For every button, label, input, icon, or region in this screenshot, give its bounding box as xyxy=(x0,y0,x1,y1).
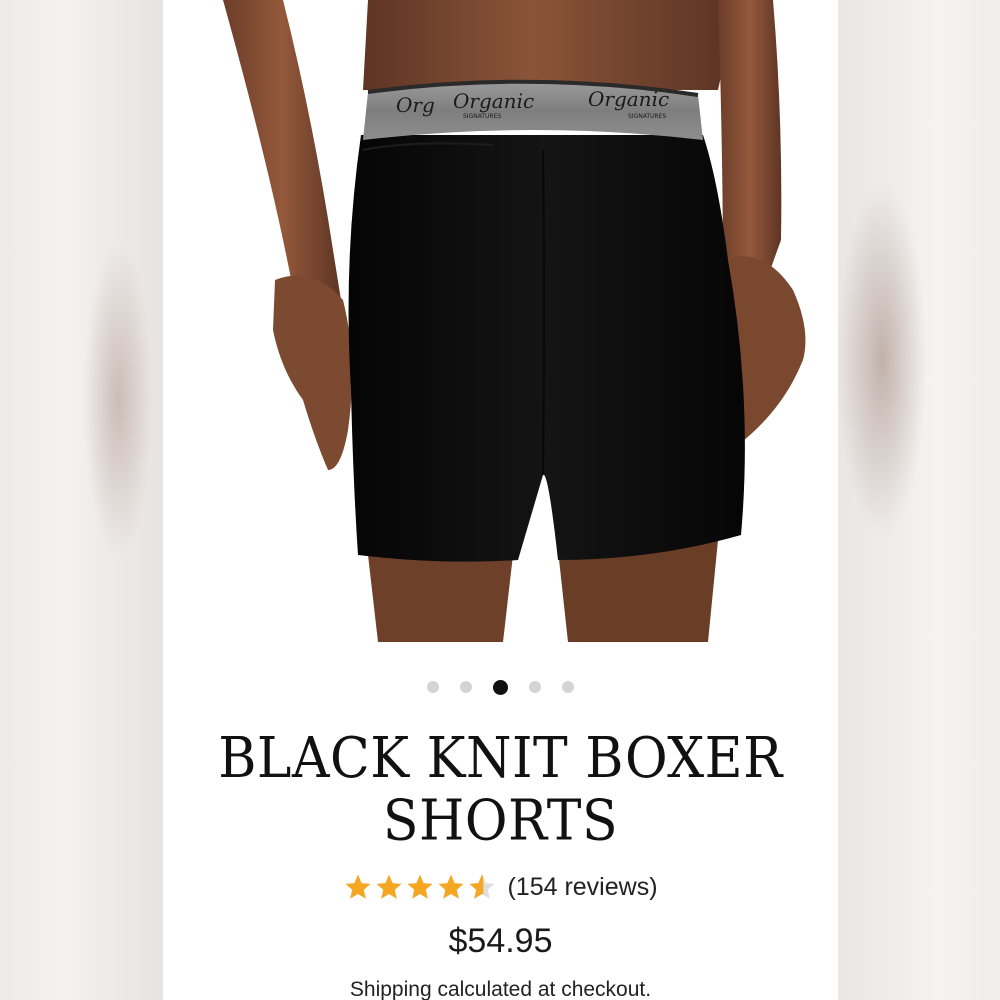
carousel-dot-3-active[interactable] xyxy=(493,679,508,695)
product-title-line-2: SHORTS xyxy=(382,788,619,854)
shipping-note: Shipping calculated at checkout. xyxy=(349,978,652,1000)
review-count[interactable]: (154 reviews) xyxy=(507,873,657,902)
star-icon xyxy=(407,874,433,899)
carousel-pagination xyxy=(163,679,838,695)
product-rating[interactable]: (154 reviews) xyxy=(163,872,838,902)
waistband-caption-left: SIGNATURES xyxy=(463,113,501,120)
waistband-logo-edge: Org xyxy=(396,93,435,117)
carousel-dot-5[interactable] xyxy=(562,681,574,693)
product-title: BLACK KNIT BOXER SHORTS xyxy=(163,727,838,852)
waistband-logo-right: Organic xyxy=(588,87,669,111)
waistband-caption-right: SIGNATURES xyxy=(628,113,666,120)
waistband-logo-left: Organic xyxy=(453,89,534,113)
carousel-dot-2[interactable] xyxy=(460,681,472,693)
blurred-backdrop-left xyxy=(0,0,163,1000)
half-star-icon xyxy=(469,874,495,899)
blurred-backdrop-right xyxy=(837,0,1000,1000)
product-image[interactable]: Organic SIGNATURES Organic SIGNATURES Or… xyxy=(163,0,838,642)
star-icon xyxy=(438,874,464,899)
page: Organic SIGNATURES Organic SIGNATURES Or… xyxy=(0,0,1000,1000)
product-page: Organic SIGNATURES Organic SIGNATURES Or… xyxy=(163,0,838,1000)
star-icon xyxy=(345,874,371,899)
product-price: $54.95 xyxy=(448,922,553,960)
star-icon xyxy=(376,874,402,899)
product-title-line-1: BLACK KNIT BOXER xyxy=(218,726,783,792)
carousel-dot-1[interactable] xyxy=(427,681,439,693)
star-rating xyxy=(343,872,497,902)
carousel-dot-4[interactable] xyxy=(529,681,541,693)
product-photo-illustration: Organic SIGNATURES Organic SIGNATURES Or… xyxy=(223,0,806,642)
